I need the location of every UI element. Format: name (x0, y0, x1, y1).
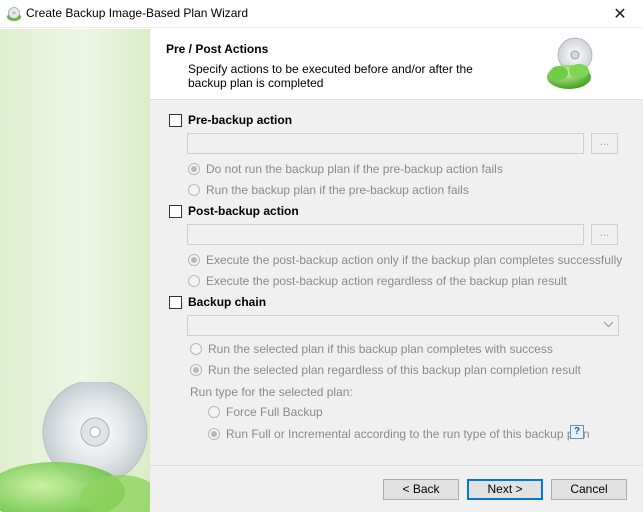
radio-button[interactable] (208, 428, 220, 440)
run-type-option-1[interactable]: Force Full Backup (208, 405, 323, 419)
help-icon[interactable]: ? (570, 425, 584, 439)
post-backup-label: Post-backup action (188, 204, 299, 218)
radio-button[interactable] (188, 254, 200, 266)
radio-button[interactable] (190, 364, 202, 376)
back-button[interactable]: < Back (383, 479, 459, 500)
post-backup-option-1[interactable]: Execute the post-backup action only if t… (188, 253, 622, 267)
chain-option-1[interactable]: Run the selected plan if this backup pla… (190, 342, 553, 356)
next-button[interactable]: Next > (467, 479, 543, 500)
pre-backup-browse-button[interactable]: ... (591, 133, 618, 154)
title-bar: Create Backup Image-Based Plan Wizard ✕ (0, 0, 643, 28)
post-backup-option-2[interactable]: Execute the post-backup action regardles… (188, 274, 567, 288)
decorative-disc-icon (0, 382, 150, 512)
app-disc-icon (6, 6, 22, 25)
pre-backup-label: Pre-backup action (188, 113, 293, 127)
radio-label: Run Full or Incremental according to the… (226, 427, 590, 441)
backup-chain-checkbox-row[interactable]: Backup chain (169, 295, 266, 309)
page-description: Specify actions to be executed before an… (188, 62, 473, 90)
run-type-option-2[interactable]: Run Full or Incremental according to the… (208, 427, 590, 441)
radio-label: Run the selected plan regardless of this… (208, 363, 581, 377)
radio-button[interactable] (190, 343, 202, 355)
radio-button[interactable] (188, 184, 200, 196)
post-backup-browse-button[interactable]: ... (591, 224, 618, 245)
wizard-side-panel (0, 29, 150, 512)
wizard-header: Pre / Post Actions Specify actions to be… (150, 29, 643, 99)
pre-backup-checkbox[interactable] (169, 113, 182, 127)
pre-backup-command-input[interactable] (187, 133, 584, 154)
radio-label: Execute the post-backup action regardles… (206, 274, 567, 288)
post-backup-command-input[interactable] (187, 224, 584, 245)
post-backup-checkbox-row[interactable]: Post-backup action (169, 204, 299, 218)
radio-label: Do not run the backup plan if the pre-ba… (206, 162, 503, 176)
chevron-down-icon[interactable] (603, 319, 614, 333)
page-title: Pre / Post Actions (166, 42, 269, 56)
radio-label: Run the selected plan if this backup pla… (208, 342, 553, 356)
radio-button[interactable] (208, 406, 220, 418)
radio-label: Run the backup plan if the pre-backup ac… (206, 183, 469, 197)
radio-label: Execute the post-backup action only if t… (206, 253, 623, 267)
radio-label: Force Full Backup (226, 405, 323, 419)
chain-option-2[interactable]: Run the selected plan regardless of this… (190, 363, 581, 377)
pre-backup-option-2[interactable]: Run the backup plan if the pre-backup ac… (188, 183, 469, 197)
close-icon[interactable]: ✕ (597, 0, 643, 28)
run-type-label: Run type for the selected plan: (190, 385, 353, 399)
backup-disc-icon (547, 37, 593, 89)
pre-backup-option-1[interactable]: Do not run the backup plan if the pre-ba… (188, 162, 503, 176)
backup-chain-label: Backup chain (188, 295, 267, 309)
radio-button[interactable] (188, 163, 200, 175)
radio-button[interactable] (188, 275, 200, 287)
pre-backup-checkbox-row[interactable]: Pre-backup action (169, 113, 292, 127)
post-backup-checkbox[interactable] (169, 204, 182, 218)
wizard-content: Pre-backup action ... Do not run the bac… (150, 99, 643, 512)
backup-chain-checkbox[interactable] (169, 295, 182, 309)
footer-divider (150, 465, 643, 466)
backup-chain-plan-select[interactable] (187, 315, 619, 336)
cancel-button[interactable]: Cancel (551, 479, 627, 500)
window-title: Create Backup Image-Based Plan Wizard (26, 6, 249, 20)
